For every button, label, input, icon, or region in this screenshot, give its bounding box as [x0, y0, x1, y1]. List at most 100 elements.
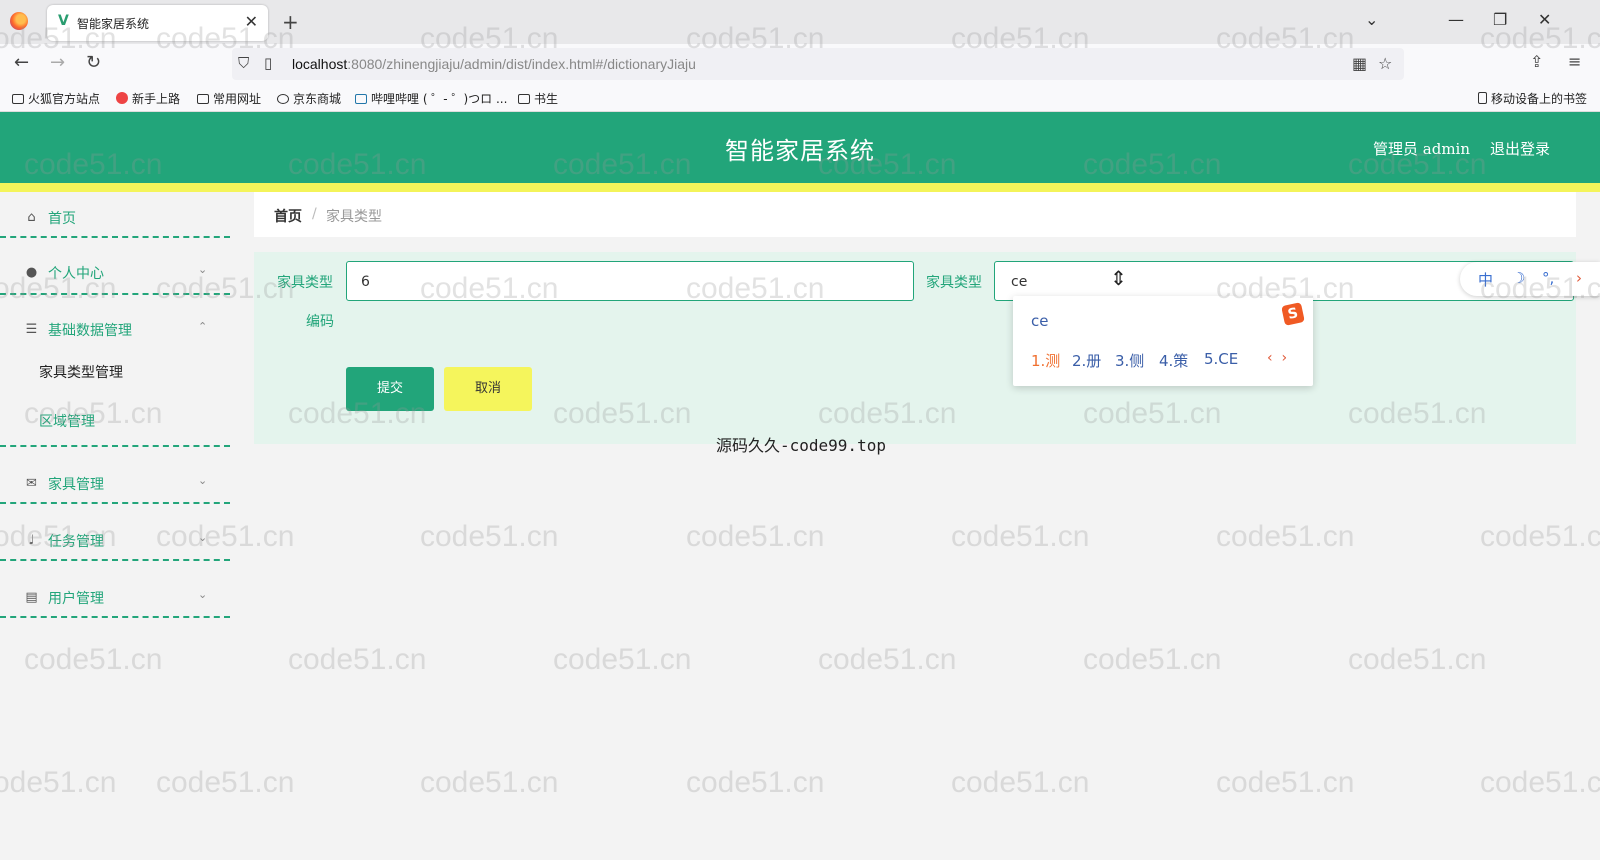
ime-composition: ce	[1031, 312, 1049, 330]
watermark: code51.cn	[420, 520, 559, 553]
qr-code-icon[interactable]: ▦	[1352, 54, 1367, 73]
url-text[interactable]: localhost:8080/zhinengjiaju/admin/dist/i…	[292, 56, 696, 72]
close-window-icon[interactable]: ✕	[1538, 10, 1551, 29]
extensions-icon[interactable]: ⇪	[1530, 52, 1543, 71]
back-arrow-icon[interactable]: ←	[14, 52, 29, 73]
sidebar-subitem-area[interactable]: 区域管理	[39, 411, 95, 431]
new-tab-button[interactable]: +	[282, 10, 299, 34]
user-icon: ●	[25, 265, 38, 280]
chevron-up-icon: ⌃	[198, 320, 208, 333]
microphone-icon: ♩	[28, 533, 35, 548]
browser-tab[interactable]: V 智能家居系统 ✕	[47, 5, 268, 41]
ime-candidate[interactable]: 5.CE	[1204, 350, 1238, 368]
bookmark-item[interactable]: 新手上路	[116, 90, 180, 107]
minimize-icon[interactable]: —	[1448, 10, 1464, 29]
site-favicon-icon: V	[58, 13, 69, 29]
tab-close-icon[interactable]: ✕	[245, 12, 258, 31]
ime-mode-zh[interactable]: 中	[1478, 269, 1493, 290]
bookmark-item[interactable]: 火狐官方站点	[12, 90, 100, 107]
breadcrumb: 首页 / 家具类型	[254, 192, 1576, 237]
watermark: code51.cn	[951, 520, 1090, 553]
ime-prev-icon[interactable]: ‹	[1267, 350, 1273, 366]
forward-arrow-icon[interactable]: →	[50, 52, 65, 73]
bookmark-star-icon[interactable]: ☆	[1378, 54, 1392, 73]
watermark: code51.cn	[1216, 520, 1355, 553]
ime-page-arrows[interactable]: ‹ ›	[1267, 350, 1287, 366]
ime-candidate[interactable]: 3.侧	[1115, 350, 1144, 371]
ime-candidate[interactable]: 4.策	[1159, 350, 1188, 371]
sidebar-subitem-furniture-type[interactable]: 家具类型管理	[39, 362, 123, 382]
cancel-button[interactable]: 取消	[444, 367, 532, 411]
header-accent-strip	[0, 183, 1600, 192]
breadcrumb-home[interactable]: 首页	[274, 206, 302, 226]
watermark: code51.cn	[1216, 766, 1355, 799]
watermark: code51.cn	[686, 520, 825, 553]
tab-title: 智能家居系统	[77, 17, 150, 31]
moon-icon[interactable]: ☽	[1512, 269, 1525, 287]
firefox-icon	[116, 92, 128, 104]
edit-form: 家具类型 编码 6 家具类型 ce 提交 取消	[254, 252, 1576, 444]
ime-expand-icon[interactable]: ›	[1576, 269, 1582, 287]
tab-list-chevron-icon[interactable]: ⌄	[1365, 10, 1378, 29]
punctuation-icon[interactable]: °,	[1542, 269, 1554, 287]
globe-icon	[277, 94, 289, 104]
bookmark-item[interactable]: 京东商城	[277, 90, 341, 107]
sogou-logo-icon: S	[1281, 302, 1305, 326]
id-card-icon: ▤	[25, 590, 38, 605]
ime-candidate[interactable]: 2.册	[1072, 350, 1101, 371]
reload-icon[interactable]: ↻	[86, 52, 101, 73]
watermark: code51.cn	[1480, 520, 1600, 553]
url-bar[interactable]: ⛉ ▯ localhost:8080/zhinengjiaju/admin/di…	[232, 48, 1404, 80]
restore-icon[interactable]: ❐	[1493, 10, 1507, 29]
ime-candidate-popup: ce S 1.测 2.册 3.侧 4.策 5.CE ‹ ›	[1013, 296, 1313, 386]
ime-candidate[interactable]: 1.测	[1031, 350, 1060, 371]
divider	[0, 616, 230, 618]
bookmark-item[interactable]: 书生	[518, 90, 558, 107]
ime-status-bar: 中 ☽ °, ›	[1460, 262, 1600, 296]
bookmark-item[interactable]: 常用网址	[197, 90, 261, 107]
watermark: code51.cn	[686, 766, 825, 799]
current-user: 管理员 admin	[1373, 140, 1470, 158]
bookmark-item[interactable]: 哔哩哔哩 ( ゜- ゜)つロ ...	[355, 90, 507, 107]
watermark: code51.cn	[951, 766, 1090, 799]
sidebar-item-personal-center[interactable]: ● 个人中心 ⌄	[0, 255, 230, 291]
shield-icon[interactable]: ⛉	[238, 54, 249, 72]
logout-button[interactable]: 退出登录	[1490, 138, 1550, 159]
ime-next-icon[interactable]: ›	[1282, 350, 1288, 366]
app-header: 智能家居系统 管理员 admin 退出登录	[0, 112, 1600, 183]
folder-icon	[518, 94, 530, 104]
firefox-logo-icon	[10, 12, 28, 30]
sidebar: ⌂ 首页 ● 个人中心 ⌄ ☰ 基础数据管理 ⌃ 家具类型管理 区域管理 ✉ 家…	[0, 192, 230, 860]
code-label: 家具类型	[277, 275, 333, 291]
watermark: code51.cn	[1348, 643, 1487, 676]
sidebar-item-task[interactable]: ♩ 任务管理 ⌄	[0, 523, 230, 559]
submit-button[interactable]: 提交	[346, 367, 434, 411]
sliders-icon: ☰	[25, 322, 38, 337]
browser-nav-bar: ← → ↻ ⛉ ▯ localhost:8080/zhinengjiaju/ad…	[0, 44, 1600, 84]
sidebar-item-base-data[interactable]: ☰ 基础数据管理 ⌃	[0, 312, 230, 348]
page-info-icon[interactable]: ▯	[264, 54, 272, 72]
folder-icon	[12, 94, 24, 104]
type-name-label: 家具类型	[926, 275, 982, 291]
watermark: code51.cn	[1480, 766, 1600, 799]
chevron-down-icon: ⌄	[198, 531, 208, 544]
sidebar-item-furniture[interactable]: ✉ 家具管理 ⌄	[0, 466, 230, 502]
watermark: code51.cn	[1083, 643, 1222, 676]
menu-hamburger-icon[interactable]: ≡	[1568, 52, 1581, 71]
watermark: code51.cn	[553, 643, 692, 676]
divider	[0, 559, 230, 561]
code-label-suffix: 编码	[306, 314, 334, 330]
mobile-device-icon	[1478, 92, 1487, 104]
mobile-bookmarks[interactable]: 移动设备上的书签	[1478, 90, 1587, 107]
type-code-input[interactable]: 6	[346, 261, 914, 301]
breadcrumb-separator: /	[312, 206, 317, 222]
source-caption: 源码久久-code99.top	[716, 436, 886, 455]
mail-icon: ✉	[26, 476, 37, 491]
sidebar-item-home[interactable]: ⌂ 首页	[0, 200, 230, 236]
home-icon: ⌂	[27, 210, 36, 225]
watermark: code51.cn	[420, 766, 559, 799]
divider	[0, 293, 230, 295]
divider	[0, 445, 230, 447]
watermark: code51.cn	[288, 643, 427, 676]
sidebar-item-user[interactable]: ▤ 用户管理 ⌄	[0, 580, 230, 616]
